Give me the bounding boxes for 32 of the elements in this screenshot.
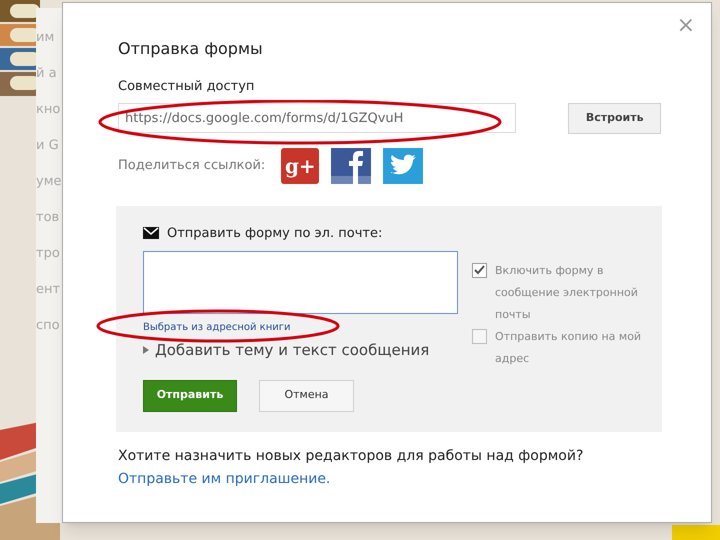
background-text: й а bbox=[36, 65, 58, 83]
envelope-icon bbox=[143, 227, 159, 240]
dialog-title: Отправка формы bbox=[118, 38, 264, 60]
share-label: Поделиться ссылкой: bbox=[118, 156, 266, 175]
email-heading: Отправить форму по эл. почте: bbox=[167, 224, 382, 242]
background-text: тро bbox=[36, 245, 61, 263]
background-text: кно bbox=[36, 101, 62, 119]
background-text: уме bbox=[36, 173, 62, 191]
share-heading: Совместный доступ bbox=[118, 78, 256, 96]
checkbox-label: Отправить копию на мой адрес bbox=[495, 328, 642, 366]
add-subject-toggle[interactable]: Добавить тему и текст сообщения bbox=[143, 339, 458, 362]
facebook-icon[interactable] bbox=[331, 148, 372, 184]
address-book-link[interactable]: Выбрать из адресной книги bbox=[143, 320, 458, 335]
checkbox[interactable] bbox=[472, 262, 487, 278]
background-text: спо bbox=[36, 317, 61, 335]
footer-question: Хотите назначить новых редакторов для работы над формой? bbox=[118, 446, 584, 466]
invite-link[interactable]: Отправьте им приглашение. bbox=[118, 468, 661, 490]
send-button[interactable]: Отправить bbox=[143, 380, 237, 412]
cancel-button[interactable]: Отмена bbox=[259, 380, 354, 412]
background-text: тов bbox=[36, 209, 60, 227]
recipients-field[interactable] bbox=[143, 251, 458, 314]
accent-bar bbox=[672, 525, 720, 540]
google-plus-button[interactable]: g+ bbox=[281, 148, 320, 184]
checkbox[interactable] bbox=[472, 328, 487, 344]
bird-icon[interactable] bbox=[383, 148, 424, 184]
background-text: ент bbox=[36, 281, 62, 299]
link-field[interactable]: https://docs.google.com/forms/d/1GZQvuH bbox=[118, 103, 516, 133]
embed-button[interactable]: Встроить bbox=[568, 102, 661, 134]
checkmark-icon bbox=[474, 265, 485, 275]
background-text: им bbox=[36, 29, 56, 47]
background-text: и G bbox=[36, 137, 60, 155]
checkbox-label: Включить форму в сообщение электронной почты bbox=[495, 262, 639, 322]
